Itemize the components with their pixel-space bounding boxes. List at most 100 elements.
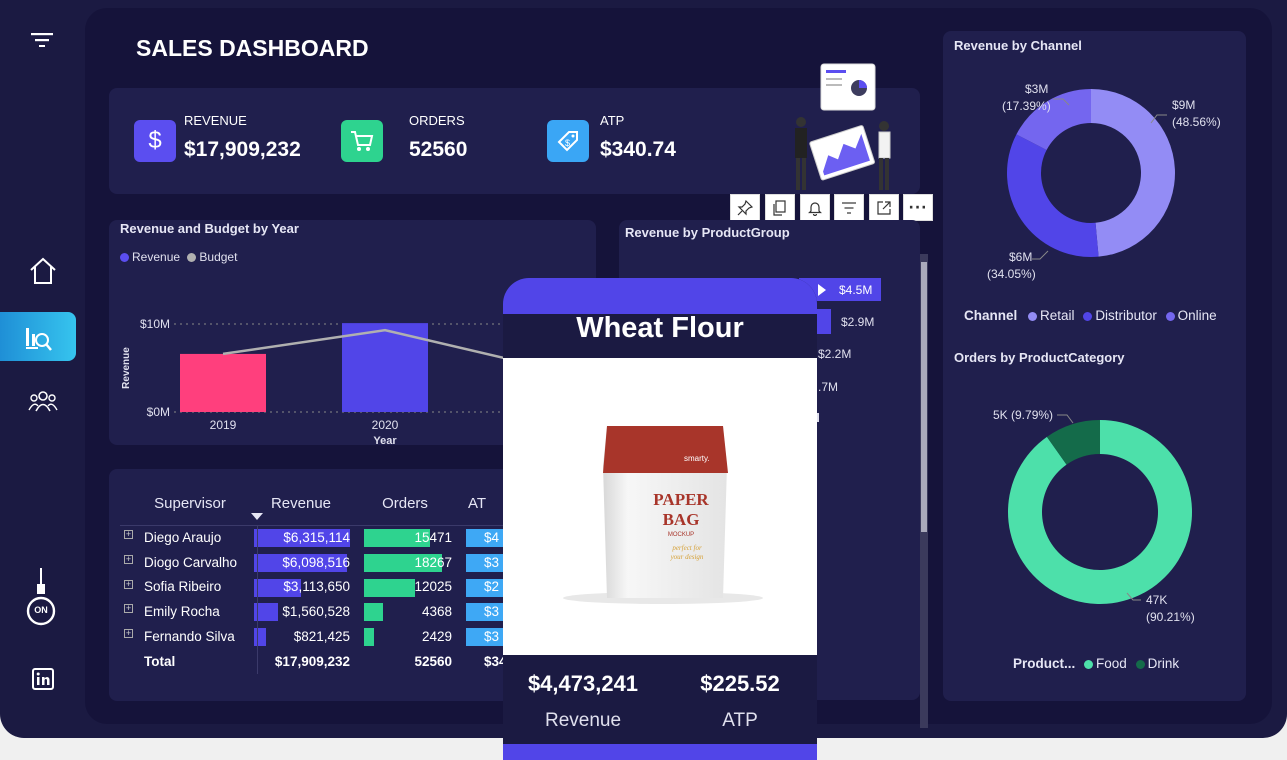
tooltip-header-band [503,278,817,314]
atp-cell: $4 [456,525,507,550]
people-icon [28,391,58,412]
column-divider [257,526,258,674]
expand-icon[interactable]: + [124,530,133,539]
tooltip-product-name: Wheat Flour [576,312,744,344]
filter-icon [842,201,856,214]
team-button[interactable] [24,386,62,416]
category-legend: Product... Food Drink [1013,656,1179,671]
channel-label-online-pct: (17.39%) [1002,99,1051,113]
legend-food-dot [1084,659,1094,669]
orders-value: 18267 [414,554,452,570]
on-label: ON [34,605,48,615]
power-toggle[interactable]: ON [22,568,60,630]
expand-icon[interactable]: + [124,629,133,639]
orders-value: 12025 [414,579,452,595]
bar-2019[interactable] [180,353,266,412]
header-atp[interactable]: AT [456,481,507,525]
supervisor-name: Fernando Silva [144,629,235,645]
ytick-10m: $10M [140,317,170,331]
xtick-2020: 2020 [372,418,399,432]
category-label-food-value: 47K [1146,593,1167,607]
atp-value: $2 [484,579,500,595]
table-row[interactable]: + Diego Araujo $6,315,114 15471 $4 [120,525,507,550]
category-donut: 47K (90.21%) 5K (9.79%) [993,408,1195,624]
revenue-value: $6,315,114 [283,529,350,545]
atp-cell: $3 [456,624,507,649]
pin-button[interactable] [730,194,760,221]
orders-cell: 18267 [354,550,456,575]
supervisor-table: Supervisor Revenue Orders AT + Diego Arau… [120,481,507,674]
table-row[interactable]: + Fernando Silva $821,425 2429 $3 [120,624,507,649]
copy-button[interactable] [765,194,795,221]
expand-icon[interactable]: + [124,554,133,564]
tooltip-footer-band [503,744,817,760]
supervisor-name: Diogo Carvalho [144,554,238,570]
atp-kpi-value: $340.74 [600,138,676,161]
orders-value: 15471 [414,529,452,545]
left-rail: ON [0,0,85,738]
x-axis-label: Year [373,435,397,445]
productgroup-label-4: .7M [818,380,839,394]
more-options-button[interactable]: ··· [903,194,933,221]
cart-icon [351,131,374,151]
legend-distributor: Distributor [1095,308,1157,323]
header-revenue[interactable]: Revenue [248,481,354,525]
atp-kpi-icon-box: $ [547,120,589,162]
productgroup-label-1: $4.5M [839,283,873,297]
revenue-kpi-icon-box: $ [134,120,176,162]
linkedin-link[interactable] [30,666,56,692]
focus-mode-button[interactable] [869,194,899,221]
vertical-scrollbar[interactable] [920,254,928,728]
supervisor-name: Diego Araujo [144,529,222,545]
atp-value: $4 [484,529,500,545]
donut-slice-distributor[interactable] [1007,134,1099,257]
bag-line3: MOCKUP [668,532,694,538]
table-row[interactable]: + Sofia Ribeiro $3,113,650 12025 $2 [120,575,507,600]
linkedin-icon [32,668,54,690]
scrollbar-thumb[interactable] [921,262,927,532]
page-title: SALES DASHBOARD [136,35,369,61]
table-row[interactable]: + Diogo Carvalho $6,098,516 18267 $3 [120,550,507,575]
header-supervisor[interactable]: Supervisor [120,481,248,525]
product-tooltip: Wheat Flour smarty. PAPER BAG MOCKUP per… [503,278,817,760]
header-divider [120,525,560,526]
analytics-nav-button[interactable] [0,312,76,361]
home-icon [30,257,56,284]
legend-food: Food [1096,656,1127,671]
bag-brand: smarty. [684,454,710,463]
channel-legend-title: Channel [964,308,1018,323]
revenue-cell: $6,098,516 [248,550,354,575]
header-orders[interactable]: Orders [354,481,456,525]
tooltip-atp-label: ATP [722,710,758,731]
orders-kpi-label: ORDERS [409,113,465,128]
table-row[interactable]: + Emily Rocha $1,560,528 4368 $3 [120,599,507,624]
revenue-value: $3,113,650 [283,579,350,595]
revenue-value: $6,098,516 [282,554,350,570]
channel-label-retail-pct: (48.56%) [1172,115,1221,129]
focus-mode-icon [877,200,891,215]
expand-icon[interactable]: + [124,604,133,614]
tooltip-product-image: smarty. PAPER BAG MOCKUP perfect for you… [503,358,817,655]
orders-kpi-value: 52560 [409,138,468,161]
filter-menu-button[interactable] [26,26,58,52]
donut-slice-retail[interactable] [1091,89,1175,257]
home-button[interactable] [24,254,62,288]
expand-icon[interactable]: + [124,579,133,589]
supervisor-cell: + Fernando Silva [120,624,248,649]
revenue-cell: $3,113,650 [248,575,354,600]
atp-value: $3 [484,604,500,620]
analytics-icon [26,327,52,351]
filter-visual-button[interactable] [834,194,864,221]
revenue-productgroup-title: Revenue by ProductGroup [625,225,790,240]
total-orders: 52560 [414,653,452,669]
tooltip-revenue-value: $4,473,241 [527,671,639,696]
legend-online: Online [1177,308,1217,323]
atp-kpi-label: ATP [600,113,625,128]
revenue-value: $1,560,528 [282,604,350,620]
ytick-0m: $0M [147,405,170,419]
orders-cell: 4368 [354,599,456,624]
legend-online-dot [1165,311,1175,321]
revenue-cell: $821,425 [248,624,354,649]
atp-cell: $3 [456,599,507,624]
alert-button[interactable] [800,194,830,221]
